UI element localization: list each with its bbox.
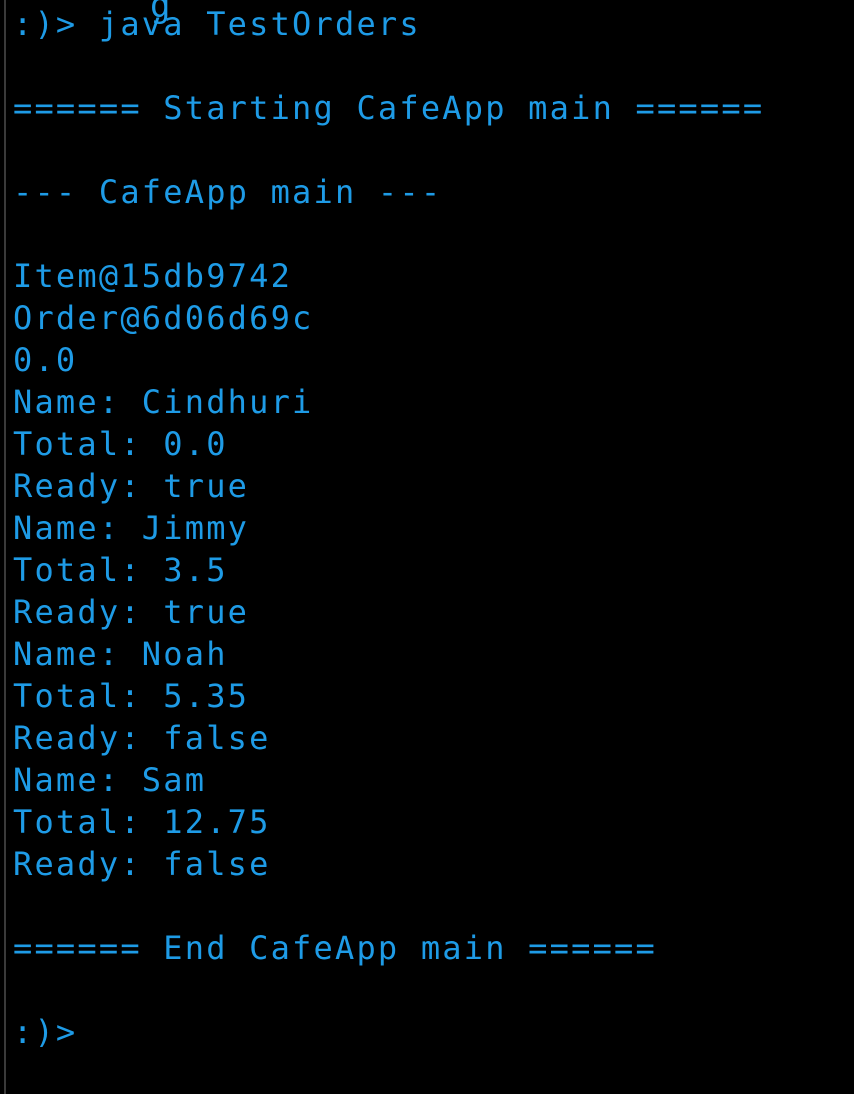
command-line: :)> java TestOrders (13, 5, 421, 43)
output-line: Name: Sam (13, 761, 207, 799)
output-line: Ready: true (13, 593, 250, 631)
output-line: Total: 0.0 (13, 425, 228, 463)
output-line: Name: Jimmy (13, 509, 250, 547)
output-line: 0.0 (13, 341, 78, 379)
output-line: Total: 5.35 (13, 677, 250, 715)
output-line: Ready: true (13, 467, 250, 505)
output-line: Total: 12.75 (13, 803, 271, 841)
output-line: Item@15db9742 (13, 257, 293, 295)
terminal-window[interactable]: g :)> java TestOrders ====== Starting Ca… (0, 0, 854, 1094)
shell-prompt[interactable]: :)> (13, 1011, 764, 1053)
output-line: Ready: false (13, 845, 271, 883)
output-line: Total: 3.5 (13, 551, 228, 589)
output-line: --- CafeApp main --- (13, 173, 443, 211)
output-line: Ready: false (13, 719, 271, 757)
output-line: Name: Cindhuri (13, 383, 314, 421)
output-line: Order@6d06d69c (13, 299, 314, 337)
terminal-output: :)> java TestOrders ====== Starting Cafe… (13, 3, 764, 1053)
output-line: ====== Starting CafeApp main ====== (13, 89, 765, 127)
window-left-border (4, 0, 6, 1094)
output-line: ====== End CafeApp main ====== (13, 929, 657, 967)
output-line: Name: Noah (13, 635, 228, 673)
